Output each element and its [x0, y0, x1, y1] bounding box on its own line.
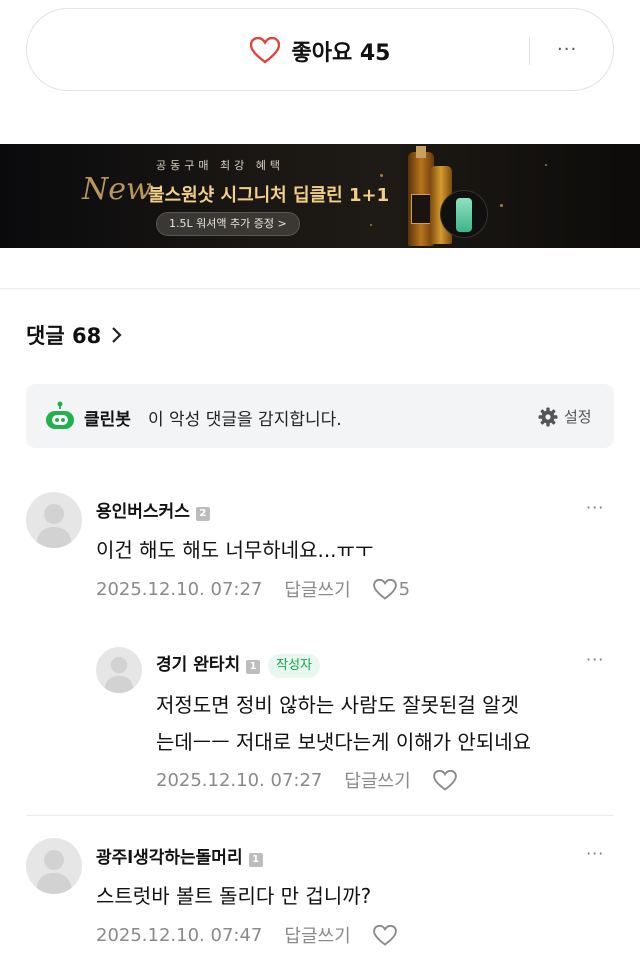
heart-icon [249, 37, 280, 64]
cleanbot-bar: 클린봇 이 악성 댓글을 감지합니다. 설정 [26, 384, 614, 448]
like-count-label: 좋아요 45 [291, 40, 391, 66]
comment-author[interactable]: 경기 완타치 1 작성자 [156, 650, 321, 678]
default-avatar-icon [36, 850, 72, 894]
product-label-image [411, 194, 431, 224]
banner-promo-pill[interactable]: 1.5L 워셔액 추가 증정 > [156, 212, 300, 236]
comments-header[interactable]: 댓글 68 [26, 320, 123, 350]
banner-title: 불스원샷 시그니처 딥클린 1+1 [148, 185, 390, 206]
reply-button[interactable]: 답글쓰기 [344, 767, 410, 793]
banner-new-script: New [82, 172, 152, 207]
comments-count-label: 댓글 68 [26, 324, 102, 348]
sparkle-decoration [545, 164, 547, 166]
level-badge: 1 [246, 660, 261, 674]
level-badge: 2 [195, 507, 210, 521]
cleanbot-robot-icon [46, 401, 74, 429]
comment-date: 2025.12.10. 07:27 [156, 769, 323, 791]
section-divider [0, 288, 640, 289]
comment-body-line: 이건 해도 해도 너무하네요...ㅠㅜ [96, 538, 374, 562]
comment-author[interactable]: 광주l생각하는돌머리 1 [96, 843, 263, 868]
chevron-right-icon [112, 327, 122, 343]
comment-more-button[interactable]: ··· [586, 844, 604, 863]
comment-body-line: 저정도면 정비 않하는 사람도 잘못된걸 알겟 [156, 693, 519, 717]
avatar[interactable] [26, 838, 82, 894]
like-bar: 좋아요 45 ··· [26, 8, 614, 91]
comment-date: 2025.12.10. 07:47 [96, 924, 263, 946]
comment-meta: 2025.12.10. 07:27 답글쓰기 [156, 767, 457, 793]
gear-icon[interactable] [538, 407, 558, 427]
comment-body-line: 는데ㅡㅡ 저대로 보냇다는게 이해가 안되네요 [156, 730, 532, 754]
comment-author-name: 광주l생각하는돌머리 [96, 848, 243, 868]
comment-more-button[interactable]: ··· [586, 498, 604, 517]
heart-outline-icon [372, 578, 397, 600]
reply-button[interactable]: 답글쓰기 [284, 576, 350, 602]
divider [529, 37, 530, 65]
comment-like-button[interactable] [372, 924, 397, 946]
ad-banner[interactable]: 공동구매 최강 혜택 New 불스원샷 시그니처 딥클린 1+1 1.5L 워셔… [0, 144, 640, 248]
comment-author-name: 용인버스커스 [96, 502, 190, 522]
reply-button[interactable]: 답글쓰기 [284, 922, 350, 948]
comment-like-button[interactable] [432, 769, 457, 791]
comment-date: 2025.12.10. 07:27 [96, 578, 263, 600]
comment-body: 저정도면 정비 않하는 사람도 잘못된걸 알겟 는데ㅡㅡ 저대로 보냇다는게 이… [156, 687, 531, 761]
comment-body: 스트럿바 볼트 돌리다 만 겁니까? [96, 878, 371, 915]
cleanbot-settings-link[interactable]: 설정 [564, 406, 592, 427]
comment-like-count: 5 [398, 578, 411, 600]
banner-subtitle: 공동구매 최강 혜택 [156, 159, 284, 172]
comment-meta: 2025.12.10. 07:47 답글쓰기 [96, 922, 397, 948]
comment-author-name: 경기 완타치 [156, 655, 241, 675]
avatar[interactable] [96, 647, 142, 693]
like-button[interactable]: 좋아요 45 [27, 9, 613, 92]
comment-body: 이건 해도 해도 너무하네요...ㅠㅜ [96, 532, 373, 569]
level-badge: 1 [248, 853, 263, 867]
heart-outline-icon [432, 769, 457, 791]
comment-divider [26, 815, 614, 816]
heart-outline-icon [372, 924, 397, 946]
default-avatar-icon [36, 504, 72, 548]
cleanbot-name: 클린봇 [84, 410, 131, 430]
comment-like-button[interactable]: 5 [372, 578, 411, 600]
washer-bottle-image [456, 198, 472, 232]
avatar[interactable] [26, 492, 82, 548]
sparkle-decoration [370, 224, 372, 226]
comment-author[interactable]: 용인버스커스 2 [96, 497, 210, 522]
author-badge: 작성자 [268, 654, 321, 678]
comment-meta: 2025.12.10. 07:27 답글쓰기 5 [96, 576, 410, 602]
comment-more-button[interactable]: ··· [586, 650, 604, 669]
default-avatar-icon [104, 656, 134, 693]
sparkle-decoration [380, 174, 383, 177]
sparkle-decoration [500, 204, 503, 207]
more-options-button[interactable]: ··· [557, 39, 577, 60]
comment-body-line: 스트럿바 볼트 돌리다 만 겁니까? [96, 884, 372, 908]
cleanbot-description: 이 악성 댓글을 감지합니다. [148, 410, 342, 430]
